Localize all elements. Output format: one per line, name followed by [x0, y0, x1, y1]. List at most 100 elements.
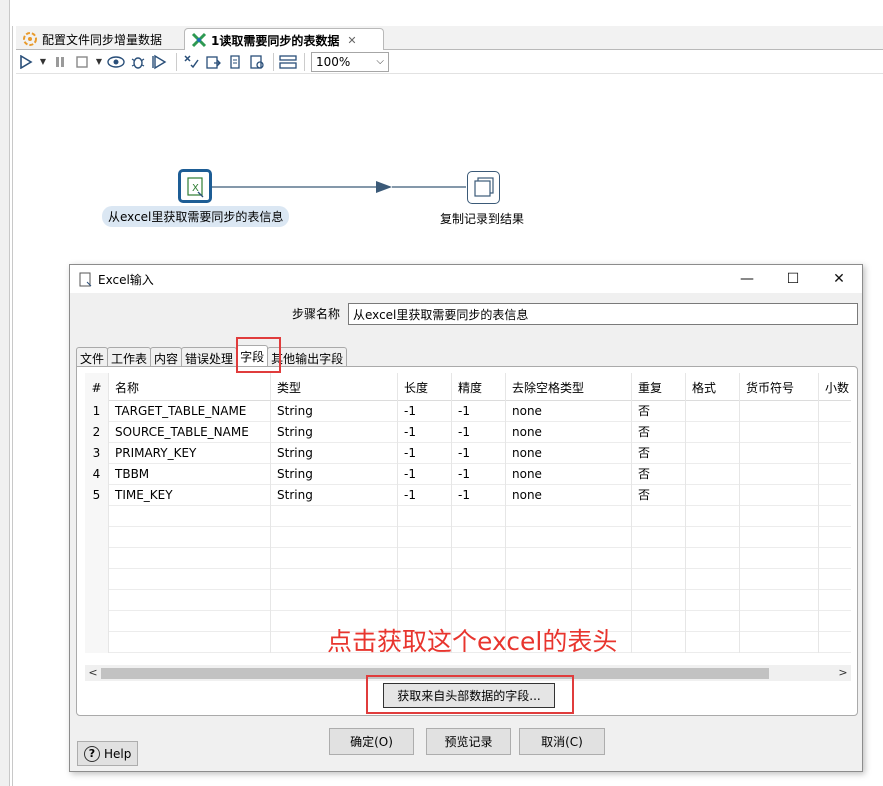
- table-cell[interactable]: [740, 632, 819, 653]
- table-cell[interactable]: [506, 548, 632, 569]
- column-header[interactable]: 格式: [686, 373, 740, 401]
- tab-config-incremental[interactable]: 配置文件同步增量数据: [16, 28, 184, 50]
- table-cell[interactable]: [819, 527, 851, 548]
- table-cell[interactable]: [398, 569, 452, 590]
- table-cell[interactable]: [819, 632, 851, 653]
- sql-icon[interactable]: [225, 52, 245, 72]
- table-cell[interactable]: [109, 611, 271, 632]
- table-cell[interactable]: [85, 548, 109, 569]
- table-cell[interactable]: String: [271, 485, 398, 506]
- step-name-input[interactable]: [348, 303, 858, 325]
- table-cell[interactable]: -1: [398, 422, 452, 443]
- table-cell[interactable]: none: [506, 485, 632, 506]
- table-cell[interactable]: -1: [452, 443, 506, 464]
- help-button[interactable]: ? Help: [77, 741, 138, 766]
- table-cell[interactable]: [632, 548, 686, 569]
- table-cell[interactable]: [740, 443, 819, 464]
- show-results-icon[interactable]: [278, 52, 298, 72]
- table-row[interactable]: 5 TIME_KEY String -1 -1 none 否: [85, 485, 851, 506]
- table-cell[interactable]: [398, 506, 452, 527]
- table-cell[interactable]: [85, 569, 109, 590]
- table-cell[interactable]: [819, 443, 851, 464]
- table-cell[interactable]: TARGET_TABLE_NAME: [109, 401, 271, 422]
- dialog-titlebar[interactable]: Excel输入 — ☐ ✕: [70, 265, 862, 293]
- table-cell[interactable]: 5: [85, 485, 109, 506]
- table-cell[interactable]: [819, 506, 851, 527]
- table-row[interactable]: 1 TARGET_TABLE_NAME String -1 -1 none 否: [85, 401, 851, 422]
- column-header[interactable]: 货币符号: [740, 373, 819, 401]
- table-cell[interactable]: [740, 464, 819, 485]
- table-cell[interactable]: [109, 632, 271, 653]
- table-cell[interactable]: [686, 590, 740, 611]
- table-cell[interactable]: [819, 464, 851, 485]
- table-cell[interactable]: [452, 506, 506, 527]
- table-cell[interactable]: [740, 611, 819, 632]
- table-cell[interactable]: [740, 506, 819, 527]
- verify-icon[interactable]: [181, 52, 201, 72]
- scroll-left-icon[interactable]: <: [85, 665, 101, 681]
- table-cell[interactable]: 3: [85, 443, 109, 464]
- table-cell[interactable]: [686, 527, 740, 548]
- empty-table-row[interactable]: [85, 569, 851, 590]
- table-cell[interactable]: 否: [632, 464, 686, 485]
- table-cell[interactable]: TBBM: [109, 464, 271, 485]
- table-cell[interactable]: [452, 527, 506, 548]
- table-cell[interactable]: [271, 590, 398, 611]
- table-cell[interactable]: -1: [452, 422, 506, 443]
- table-cell[interactable]: 否: [632, 443, 686, 464]
- impact-icon[interactable]: [203, 52, 223, 72]
- table-cell[interactable]: [85, 632, 109, 653]
- table-cell[interactable]: [686, 443, 740, 464]
- table-cell[interactable]: none: [506, 464, 632, 485]
- column-header[interactable]: 名称: [109, 373, 271, 401]
- table-cell[interactable]: [398, 590, 452, 611]
- step-excel-input[interactable]: X: [178, 169, 212, 203]
- table-cell[interactable]: [85, 611, 109, 632]
- table-cell[interactable]: [819, 485, 851, 506]
- table-cell[interactable]: [398, 548, 452, 569]
- table-row[interactable]: 2 SOURCE_TABLE_NAME String -1 -1 none 否: [85, 422, 851, 443]
- tab-sheets[interactable]: 工作表: [107, 347, 152, 367]
- table-cell[interactable]: [632, 590, 686, 611]
- column-header[interactable]: 长度: [398, 373, 452, 401]
- empty-table-row[interactable]: [85, 590, 851, 611]
- table-cell[interactable]: [109, 506, 271, 527]
- preview-button[interactable]: 预览记录: [426, 728, 511, 755]
- table-cell[interactable]: [686, 611, 740, 632]
- table-cell[interactable]: none: [506, 401, 632, 422]
- table-cell[interactable]: -1: [452, 464, 506, 485]
- tab-read-sync-table[interactable]: 1读取需要同步的表数据 ✕: [184, 28, 384, 51]
- ok-button[interactable]: 确定(O): [329, 728, 414, 755]
- table-cell[interactable]: [85, 590, 109, 611]
- table-cell[interactable]: String: [271, 401, 398, 422]
- tab-error-handling[interactable]: 错误处理: [181, 347, 238, 367]
- table-cell[interactable]: [452, 569, 506, 590]
- table-cell[interactable]: [819, 590, 851, 611]
- table-cell[interactable]: [506, 527, 632, 548]
- table-cell[interactable]: [686, 632, 740, 653]
- table-cell[interactable]: [740, 590, 819, 611]
- table-cell[interactable]: [819, 569, 851, 590]
- table-cell[interactable]: -1: [398, 485, 452, 506]
- table-cell[interactable]: [819, 611, 851, 632]
- cancel-button[interactable]: 取消(C): [519, 728, 605, 755]
- column-header[interactable]: 精度: [452, 373, 506, 401]
- table-cell[interactable]: [819, 401, 851, 422]
- maximize-icon[interactable]: ☐: [770, 265, 816, 293]
- table-cell[interactable]: [271, 548, 398, 569]
- table-cell[interactable]: [819, 548, 851, 569]
- table-cell[interactable]: 2: [85, 422, 109, 443]
- table-cell[interactable]: [85, 527, 109, 548]
- replay-icon[interactable]: [150, 52, 170, 72]
- table-cell[interactable]: [271, 506, 398, 527]
- table-cell[interactable]: [740, 422, 819, 443]
- table-cell[interactable]: none: [506, 422, 632, 443]
- column-header[interactable]: 去除空格类型: [506, 373, 632, 401]
- table-cell[interactable]: [506, 590, 632, 611]
- stop-icon[interactable]: [72, 52, 92, 72]
- table-cell[interactable]: [686, 506, 740, 527]
- table-cell[interactable]: [740, 485, 819, 506]
- close-icon[interactable]: ✕: [816, 265, 862, 293]
- table-cell[interactable]: [686, 422, 740, 443]
- table-cell[interactable]: [271, 569, 398, 590]
